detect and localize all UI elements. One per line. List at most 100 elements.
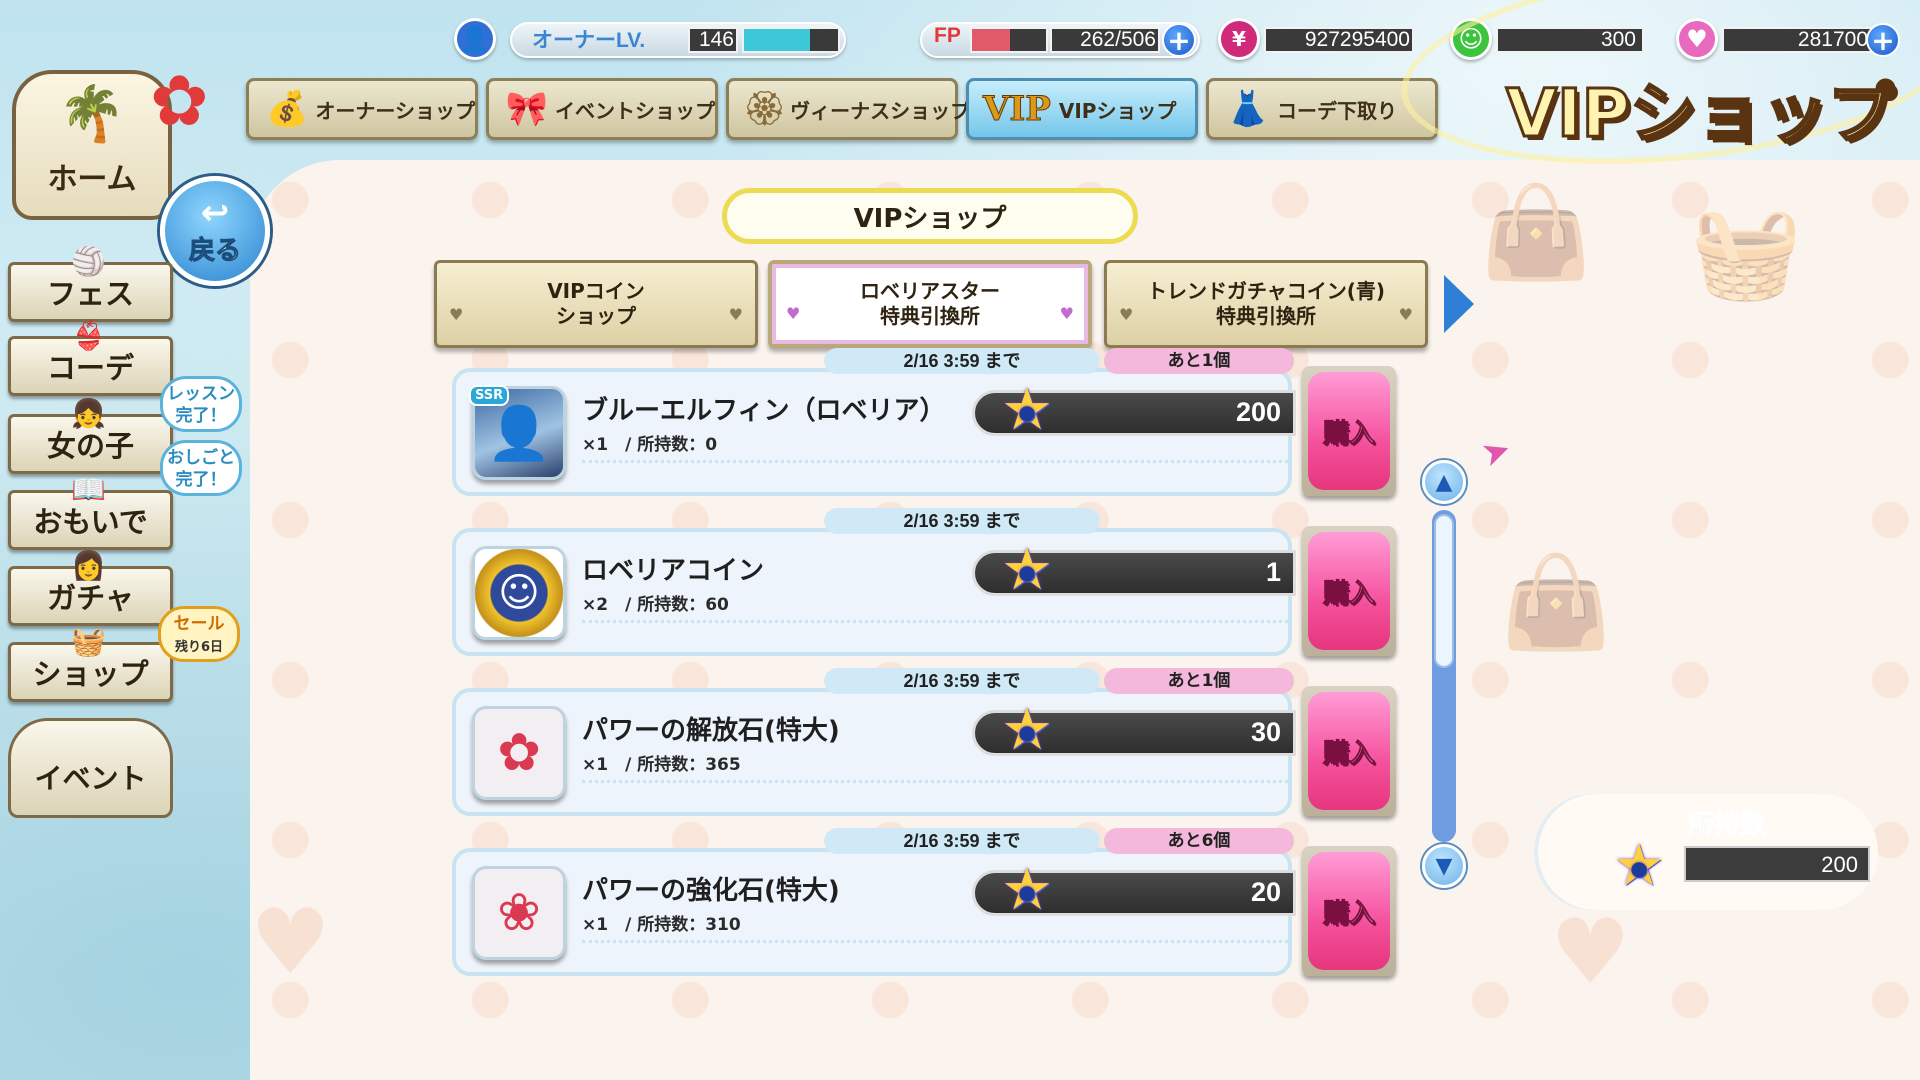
back-button[interactable]: ↩ 戻る xyxy=(160,176,270,286)
owner-level-progress xyxy=(742,27,840,53)
tab-vip-shop[interactable]: VIP VIPショップ xyxy=(966,78,1198,140)
bag-icon: 👜 xyxy=(1480,180,1593,285)
scroll-down-button[interactable]: ▼ xyxy=(1422,844,1466,888)
home-label: ホーム xyxy=(47,162,137,197)
shop-item: 2/16 3:59 まで ☺ ロベリアコイン ×2 / 所持数：60 1 ★ ● … xyxy=(452,508,1396,656)
tab-venus-shop[interactable]: 🏵 ヴィーナスショップ xyxy=(726,78,970,140)
tab-event-shop[interactable]: 🎀 イベントショップ xyxy=(486,78,718,140)
category-tab-line2: 特典引換所 xyxy=(1216,304,1316,328)
sale-label: セール xyxy=(173,614,225,634)
nav-event-label: イベント xyxy=(34,762,147,795)
item-remaining: あと6個 xyxy=(1104,828,1294,854)
category-tab-line2: 特典引換所 xyxy=(880,304,980,328)
back-label: 戻る xyxy=(188,235,241,266)
card-icon: 👤 SSR xyxy=(469,385,566,480)
category-tab-vip-coin[interactable]: VIPコイン ショップ ♥ ♥ xyxy=(434,260,758,348)
divider xyxy=(582,780,1288,783)
volleyball-icon: 🏐 xyxy=(71,245,106,278)
fp-plus-button[interactable]: + xyxy=(1162,23,1196,57)
item-deadline: 2/16 3:59 まで xyxy=(824,348,1100,374)
category-tab-lobelia-star[interactable]: ロベリアスター 特典引換所 ♥ ♥ xyxy=(768,260,1092,348)
lotus-icon: ❀ xyxy=(472,866,566,960)
nav-fes[interactable]: 🏐 フェス xyxy=(8,245,173,322)
scroll-up-button[interactable]: ▲ xyxy=(1422,460,1466,504)
page-title: VIPショップ xyxy=(1504,74,1895,154)
owner-level-value: 146 xyxy=(698,28,734,51)
ribbon-icon: 🎀 xyxy=(505,89,549,129)
owned-label: 所持数 xyxy=(1687,810,1767,841)
item-price: 30 xyxy=(1250,717,1281,747)
bag-icon: 👜 xyxy=(1500,550,1613,655)
scrollbar-thumb[interactable] xyxy=(1434,514,1454,668)
buy-button[interactable]: 購入 xyxy=(1302,366,1396,496)
heart-icon: ♥ xyxy=(786,304,801,323)
profile-icon[interactable]: 👤 xyxy=(454,18,496,60)
lobelia-star-icon: ★ ● xyxy=(1001,855,1053,923)
nav-coordinate[interactable]: 👙 コーデ xyxy=(8,319,173,396)
item-quantity: ×1 / 所持数：310 xyxy=(582,915,741,935)
nav-shop[interactable]: 🧺 ショップ xyxy=(8,625,173,702)
lesson-complete-bubble: レッスン 完了！ xyxy=(160,376,242,432)
item-remaining: あと1個 xyxy=(1104,668,1294,694)
heart-icon: ♥ xyxy=(728,305,743,324)
gacha-girl-icon: 👩 xyxy=(71,549,106,582)
tab-event-shop-label: イベントショップ xyxy=(555,98,715,123)
tab-vip-shop-label: VIPショップ xyxy=(1058,98,1177,123)
item-price: 20 xyxy=(1250,877,1281,907)
item-deadline: 2/16 3:59 まで xyxy=(824,508,1100,534)
back-arrow-icon: ↩ xyxy=(200,192,230,233)
item-remaining: あと1個 xyxy=(1104,348,1294,374)
buy-button[interactable]: 購入 xyxy=(1302,686,1396,816)
nav-gacha[interactable]: 👩 ガチャ xyxy=(8,549,173,626)
divider xyxy=(582,940,1288,943)
shop-item: 2/16 3:59 まで あと1個 ✿ パワーの解放石(特大) ×1 / 所持数… xyxy=(452,668,1396,816)
next-tab-arrow[interactable] xyxy=(1444,275,1474,333)
buy-label: 購入 xyxy=(1308,372,1390,490)
category-tab-line2: ショップ xyxy=(556,304,636,328)
item-price: 1 xyxy=(1265,557,1281,587)
heart-icon: ♥ xyxy=(1398,305,1413,324)
buy-button[interactable]: 購入 xyxy=(1302,526,1396,656)
buy-label: 購入 xyxy=(1308,532,1390,650)
item-quantity: ×2 / 所持数：60 xyxy=(582,595,729,615)
heart-icon: ♥ xyxy=(1059,304,1074,323)
section-header: VIPショップ xyxy=(722,188,1138,244)
category-tab-trend-gacha[interactable]: トレンドガチャコイン(青) 特典引換所 ♥ ♥ xyxy=(1104,260,1428,348)
tab-owner-shop[interactable]: 💰 オーナーショップ xyxy=(246,78,478,140)
fp-progress xyxy=(970,27,1048,53)
hibiscus-icon: ✿ xyxy=(150,60,209,142)
swimsuit-icon: 👙 xyxy=(71,319,106,352)
shop-item: 2/16 3:59 まで あと1個 👤 SSR ブルーエルフィン（ロベリア） ×1… xyxy=(452,348,1396,496)
item-quantity: ×1 / 所持数：365 xyxy=(582,755,741,775)
nav-memories[interactable]: 📖 おもいで xyxy=(8,473,173,550)
venus-icon: 🏵 xyxy=(743,89,787,129)
nav-event[interactable]: イベント xyxy=(8,718,173,818)
dress-icon: 👗 xyxy=(1226,89,1270,129)
coin-icon: ☺ xyxy=(472,546,566,640)
owned-value: 200 xyxy=(1821,852,1858,877)
work-complete-bubble: おしごと 完了！ xyxy=(160,440,242,496)
tab-outfit-tradein-label: コーデ下取り xyxy=(1277,98,1397,123)
category-tab-line1: ロベリアスター xyxy=(860,279,1000,303)
coin-bag-icon: 💰 xyxy=(266,89,309,129)
girl-icon: 👧 xyxy=(71,397,106,430)
nav-girls[interactable]: 👧 女の子 xyxy=(8,397,173,474)
money-icon: ¥ xyxy=(1218,18,1260,60)
vip-icon: VIP xyxy=(983,89,1052,130)
money-value: 927295400 xyxy=(1304,28,1410,51)
buy-button[interactable]: 購入 xyxy=(1302,846,1396,976)
tab-owner-shop-label: オーナーショップ xyxy=(315,98,475,123)
sale-days-left: 残り6日 xyxy=(174,640,224,655)
buy-label: 購入 xyxy=(1308,692,1390,810)
item-name: ロベリアコイン xyxy=(582,556,765,586)
item-price: 200 xyxy=(1235,397,1281,427)
home-button[interactable]: 🌴 ホーム xyxy=(12,70,172,220)
ssr-badge: SSR xyxy=(469,385,510,406)
lobelia-star-icon: ★ ● xyxy=(1001,695,1053,763)
basket-icon: 🧺 xyxy=(1690,200,1803,305)
owned-bar: 200 xyxy=(1684,846,1870,882)
owner-level-label: オーナーLV. xyxy=(532,29,646,52)
item-name: パワーの解放石(特大) xyxy=(582,716,840,746)
fp-label: FP xyxy=(934,24,961,47)
heart-icon: ♥ xyxy=(449,305,464,324)
